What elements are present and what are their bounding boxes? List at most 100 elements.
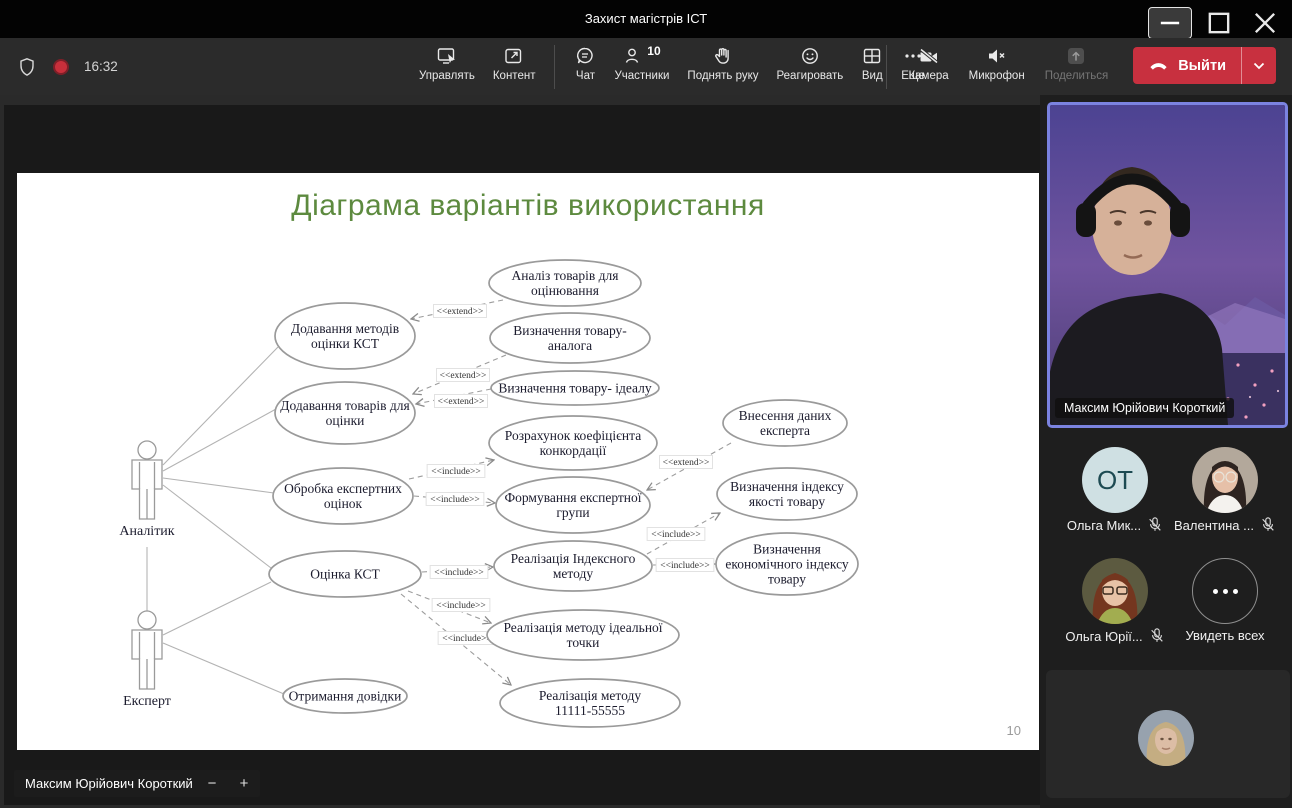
manage-button[interactable]: Управлять xyxy=(412,45,482,82)
svg-text:Експерт: Експерт xyxy=(123,694,171,709)
svg-text:Розрахунок коефіцієнта: Розрахунок коефіцієнта xyxy=(505,428,641,443)
close-icon xyxy=(1254,12,1276,34)
svg-text:Аналіз товарів для: Аналіз товарів для xyxy=(511,268,618,283)
svg-text:експерта: експерта xyxy=(760,423,810,438)
participant-avatar-initials[interactable]: ОТ xyxy=(1082,447,1148,513)
speaker-muted-icon xyxy=(988,49,1005,63)
svg-text:Визначення індексу: Визначення індексу xyxy=(730,479,844,494)
camera-off-icon xyxy=(919,48,938,64)
svg-text:<<extend>>: <<extend>> xyxy=(437,307,484,317)
chat-label: Чат xyxy=(575,70,595,82)
meeting-status-group: 16:32 xyxy=(16,38,118,95)
participant-avatar-photo[interactable] xyxy=(1082,558,1148,624)
svg-text:Обробка експертних: Обробка експертних xyxy=(284,481,402,496)
meeting-timer: 16:32 xyxy=(84,59,118,74)
leave-options-button[interactable] xyxy=(1242,62,1276,70)
participant-avatar-photo xyxy=(1138,710,1194,766)
svg-text:<<extend>>: <<extend>> xyxy=(663,458,710,468)
content-button[interactable]: Контент xyxy=(486,45,543,82)
speaker-name-label: Максим Юрійович Короткий xyxy=(1055,398,1235,418)
participant-photo xyxy=(1138,710,1194,766)
hangup-phone-icon xyxy=(1150,63,1167,70)
presenter-name-pill: Максим Юрійович Короткий xyxy=(14,770,204,797)
svg-text:економічного індексу: економічного індексу xyxy=(725,557,849,572)
raise-hand-icon xyxy=(715,48,729,64)
toolbar-center-group: Управлять Контент Чат 10 Участники Подня… xyxy=(412,45,932,89)
meeting-toolbar: 16:32 Управлять Контент Чат 10 Участники… xyxy=(0,38,1292,95)
maximize-icon xyxy=(1208,12,1230,34)
leave-label: Выйти xyxy=(1178,57,1226,74)
content-label: Контент xyxy=(492,70,536,82)
smiley-icon xyxy=(801,48,818,64)
meeting-sidebar: Максим Юрійович Короткий ОТ Ольга Мик...… xyxy=(1040,95,1292,808)
svg-text:Формування експертної: Формування експертної xyxy=(504,490,641,505)
speaker-video-tile[interactable]: Максим Юрійович Короткий xyxy=(1047,102,1288,428)
camera-label: Камера xyxy=(908,70,949,82)
see-all-button[interactable] xyxy=(1192,558,1258,624)
recording-indicator-icon xyxy=(53,58,69,75)
share-button[interactable]: Поделиться xyxy=(1038,45,1116,82)
mic-label: Микрофон xyxy=(968,70,1025,82)
maximize-button[interactable] xyxy=(1196,8,1242,38)
see-all-label: Увидеть всех xyxy=(1185,628,1265,643)
usecase-diagram: <<extend>> <<extend>> <<extend>> <<include>… xyxy=(119,259,859,728)
participant-avatar-photo[interactable] xyxy=(1192,447,1258,513)
zoom-in-button[interactable]: + xyxy=(234,770,255,797)
svg-text:методу: методу xyxy=(553,566,593,581)
svg-text:<<include>>: <<include>> xyxy=(436,601,485,611)
shield-icon xyxy=(20,57,34,76)
extra-video-tile[interactable] xyxy=(1046,670,1290,798)
presentation-slide: Діаграма варіантів використання <<extend… xyxy=(17,173,1039,750)
mic-button[interactable]: Микрофон xyxy=(962,45,1032,82)
svg-text:Оцінка КСТ: Оцінка КСТ xyxy=(310,567,380,582)
react-label: Реагировать xyxy=(776,70,844,82)
svg-text:11111-55555: 11111-55555 xyxy=(555,703,625,718)
svg-text:оцінок: оцінок xyxy=(324,496,363,511)
camera-button[interactable]: Камера xyxy=(901,45,955,82)
close-button[interactable] xyxy=(1242,8,1288,38)
svg-text:конкордації: конкордації xyxy=(540,443,607,458)
svg-text:Аналітик: Аналітик xyxy=(119,524,174,539)
participants-label: Участники xyxy=(614,70,670,82)
svg-text:оцінки КСТ: оцінки КСТ xyxy=(311,336,380,351)
svg-text:Реалізація методу: Реалізація методу xyxy=(539,688,641,703)
participant-photo xyxy=(1192,447,1258,513)
svg-text:Визначення товару- ідеалу: Визначення товару- ідеалу xyxy=(498,381,652,396)
svg-text:Додавання товарів для: Додавання товарів для xyxy=(280,398,409,413)
toolbar-divider xyxy=(886,45,888,89)
svg-text:Визначення товару-: Визначення товару- xyxy=(513,323,627,338)
leave-button[interactable]: Выйти xyxy=(1133,57,1241,74)
svg-text:Отримання довідки: Отримання довідки xyxy=(289,689,402,704)
svg-text:Внесення даних: Внесення даних xyxy=(739,408,832,423)
window-titlebar: Захист магістрів ІСТ xyxy=(0,0,1292,39)
screenshare-viewport: Діаграма варіантів використання <<extend… xyxy=(4,105,1040,805)
share-upload-icon xyxy=(1068,48,1085,64)
window-controls xyxy=(1148,4,1288,42)
svg-text:якості товару: якості товару xyxy=(749,494,825,509)
svg-text:Додавання методів: Додавання методів xyxy=(291,321,399,336)
participant-name: Валентина ... xyxy=(1174,517,1254,533)
raise-hand-button[interactable]: Поднять руку xyxy=(680,45,765,82)
screenshare-stage: Діаграма варіантів використання <<extend… xyxy=(0,95,1040,808)
participants-icon xyxy=(626,48,639,63)
zoom-controls: − + xyxy=(196,770,260,797)
minimize-button[interactable] xyxy=(1148,7,1192,39)
svg-text:Реалізація Індексного: Реалізація Індексного xyxy=(511,551,636,566)
react-button[interactable]: Реагировать xyxy=(770,45,851,82)
svg-text:Визначення: Визначення xyxy=(753,542,821,557)
svg-text:аналога: аналога xyxy=(548,338,592,353)
participants-button[interactable]: 10 Участники xyxy=(607,45,676,82)
ellipsis-icon xyxy=(1212,588,1238,594)
svg-text:оцінки: оцінки xyxy=(326,413,365,428)
zoom-out-button[interactable]: − xyxy=(202,770,223,797)
content-share-icon xyxy=(505,48,522,64)
svg-text:<<include>>: <<include>> xyxy=(430,495,479,505)
minimize-icon xyxy=(1160,21,1180,25)
chat-button[interactable]: Чат xyxy=(567,45,603,82)
svg-text:<<include>>: <<include>> xyxy=(651,530,700,540)
svg-text:групи: групи xyxy=(556,505,589,520)
participant-caption: Валентина ... xyxy=(1150,517,1292,533)
svg-text:<<include>>: <<include>> xyxy=(434,568,483,578)
svg-text:<<include>>: <<include>> xyxy=(431,467,480,477)
svg-text:Реалізація методу ідеальної: Реалізація методу ідеальної xyxy=(503,620,662,635)
